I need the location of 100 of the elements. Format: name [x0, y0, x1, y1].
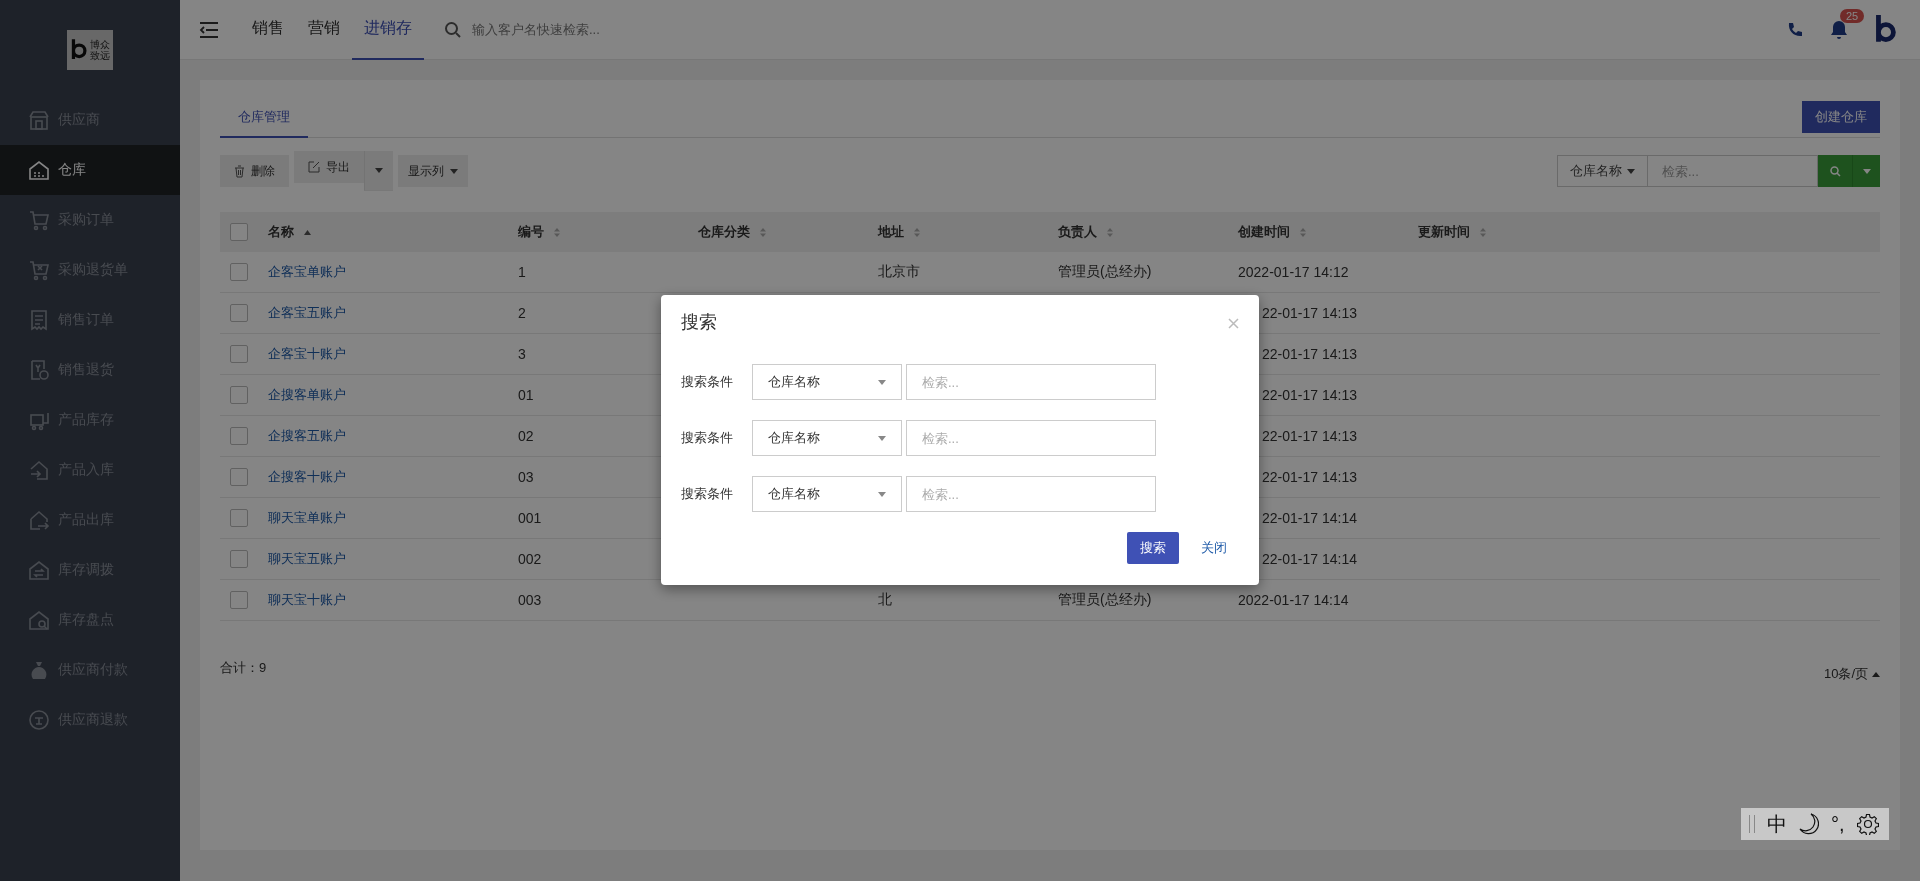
table-cell: 管理员(总经办) [1058, 591, 1152, 609]
table-cell: 22-01-17 14:14 [1262, 510, 1357, 526]
table-cell: 3 [518, 346, 526, 362]
search-field[interactable]: 输入客户名快速检索... [470, 21, 674, 38]
table-cell: 03 [518, 469, 534, 485]
checkbox[interactable] [230, 223, 248, 241]
column-header[interactable]: 地址 [878, 223, 904, 241]
create-button[interactable]: 创建仓库 [1802, 101, 1880, 133]
ime-toggle[interactable]: 中 [1767, 810, 1787, 838]
table-cell: 北 [878, 591, 892, 609]
table-cell: 01 [518, 387, 534, 403]
notification-badge: 25 [1840, 8, 1865, 23]
table-cell: 2022-01-17 14:14 [1238, 592, 1349, 608]
export-button[interactable]: 导出 [294, 151, 364, 183]
sidebar-item[interactable]: 仓库 [0, 145, 180, 195]
settings-icon[interactable] [1856, 813, 1879, 835]
search-icon [444, 20, 462, 39]
column-header[interactable]: 编号 [518, 223, 544, 241]
warehouse-link[interactable]: 聊天宝五账户 [268, 550, 346, 568]
column-header[interactable]: 名称 [268, 223, 294, 241]
caret-icon [878, 491, 886, 497]
bell-icon[interactable] [1830, 19, 1848, 40]
cart-icon [28, 209, 50, 231]
dialog-title: 搜索 [681, 311, 717, 334]
table-cell: 管理员(总经办) [1058, 263, 1152, 281]
dropdown-toggle[interactable] [1852, 155, 1880, 187]
house-icon [28, 609, 50, 631]
checkbox[interactable] [230, 550, 248, 568]
search-icon [1829, 165, 1841, 177]
table-cell: 003 [518, 592, 542, 608]
house-icon [28, 159, 50, 181]
warehouse-link[interactable]: 聊天宝单账户 [268, 509, 346, 527]
table-cell: 22-01-17 14:13 [1262, 305, 1357, 321]
table-cell: 22-01-17 14:14 [1262, 551, 1357, 567]
moon-icon[interactable] [1799, 813, 1819, 835]
store-icon [28, 109, 50, 131]
table-cell: 22-01-17 14:13 [1262, 387, 1357, 403]
document-icon [28, 309, 50, 331]
warehouse-link[interactable]: 企客宝十账户 [268, 345, 346, 363]
columns-dropdown[interactable]: 显示列 [398, 155, 468, 187]
column-header[interactable]: 创建时间 [1238, 223, 1290, 241]
page-size-dropdown[interactable]: 10条/页 [1823, 665, 1880, 683]
caret-icon [878, 379, 886, 385]
search-field[interactable]: 检索... [906, 476, 1156, 512]
column-header[interactable]: 仓库分类 [698, 223, 750, 241]
search-field[interactable]: 检索... [906, 420, 1156, 456]
table-cell: 001 [518, 510, 542, 526]
close-icon [1228, 318, 1239, 329]
field-label: 搜索条件 [681, 485, 734, 503]
column-header[interactable]: 更新时间 [1418, 223, 1470, 241]
cart-icon [28, 259, 50, 281]
warehouse-link[interactable]: 企搜客单账户 [268, 386, 346, 404]
search-field[interactable]: 检索... [906, 364, 1156, 400]
table-cell: 002 [518, 551, 542, 567]
close-link[interactable]: 关闭 [1201, 539, 1227, 557]
caret-icon [1627, 168, 1635, 174]
nav-tab[interactable]: 销售 [240, 0, 296, 60]
logo: 博众致远 [67, 30, 113, 70]
checkbox[interactable] [230, 386, 248, 404]
table-cell: 1 [518, 264, 526, 280]
search-button[interactable] [1818, 155, 1852, 187]
phone-icon[interactable] [1786, 20, 1804, 39]
table-cell: 北京市 [878, 263, 920, 281]
search-button[interactable]: 搜索 [1127, 532, 1179, 564]
checkbox[interactable] [230, 591, 248, 609]
warehouse-link[interactable]: 企搜客五账户 [268, 427, 346, 445]
caret-icon [375, 168, 383, 173]
table-cell: 22-01-17 14:13 [1262, 469, 1357, 485]
page-tab[interactable]: 仓库管理 [220, 108, 308, 138]
ime-toggle[interactable]: °, [1831, 812, 1845, 836]
caret-icon [450, 168, 458, 174]
arrow-in-icon [28, 459, 50, 481]
checkbox[interactable] [230, 304, 248, 322]
table-cell: 2022-01-17 14:12 [1238, 264, 1349, 280]
table-cell: 22-01-17 14:13 [1262, 428, 1357, 444]
warehouse-link[interactable]: 企客宝五账户 [268, 304, 346, 322]
nav-tab[interactable]: 营销 [296, 0, 352, 60]
menu-icon[interactable] [198, 20, 220, 39]
column-header[interactable]: 负责人 [1058, 223, 1097, 241]
checkbox[interactable] [230, 427, 248, 445]
table-cell: 02 [518, 428, 534, 444]
field-dropdown[interactable]: 仓库名称 [752, 476, 902, 512]
circle-icon [28, 709, 50, 731]
field-dropdown[interactable]: 仓库名称 [752, 364, 902, 400]
warehouse-link[interactable]: 企搜客十账户 [268, 468, 346, 486]
field-dropdown[interactable]: 仓库名称 [1557, 155, 1648, 187]
warehouse-link[interactable]: 聊天宝十账户 [268, 591, 346, 609]
checkbox[interactable] [230, 263, 248, 281]
caret-icon [878, 435, 886, 441]
trash-icon [234, 164, 245, 178]
checkbox[interactable] [230, 509, 248, 527]
house-icon [28, 559, 50, 581]
field-label: 搜索条件 [681, 429, 734, 447]
edit-icon [308, 161, 320, 173]
delete-button[interactable]: 删除 [220, 155, 289, 187]
field-label: 搜索条件 [681, 373, 734, 391]
warehouse-link[interactable]: 企客宝单账户 [268, 263, 346, 281]
field-dropdown[interactable]: 仓库名称 [752, 420, 902, 456]
checkbox[interactable] [230, 345, 248, 363]
checkbox[interactable] [230, 468, 248, 486]
